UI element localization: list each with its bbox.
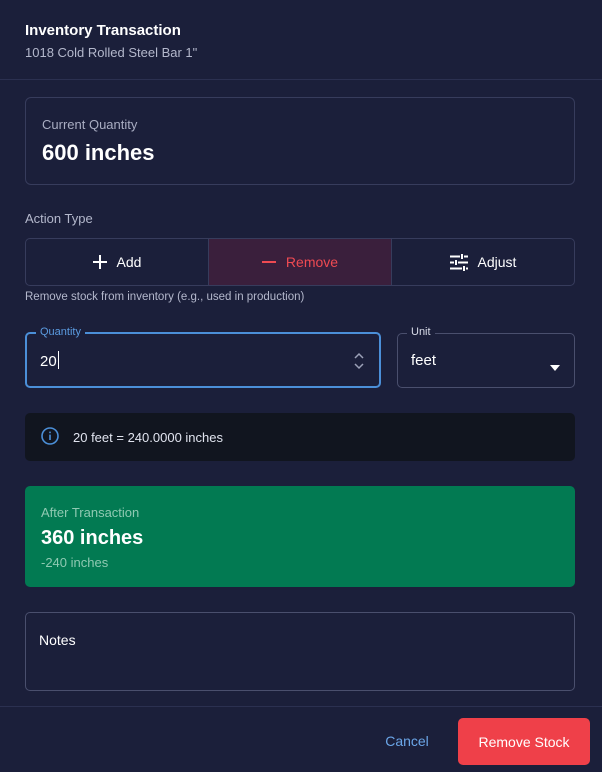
after-transaction-card: After Transaction 360 inches -240 inches [25, 486, 575, 587]
action-adjust-label: Adjust [477, 254, 517, 270]
after-transaction-value: 360 inches [41, 527, 144, 549]
action-add-label: Add [116, 254, 142, 270]
action-type-toggle-group: Add Remove Adjust [25, 238, 575, 286]
dialog-title: Inventory Transaction [25, 22, 181, 39]
unit-select[interactable]: Unit feet [397, 326, 575, 388]
remove-stock-button[interactable]: Remove Stock [458, 718, 590, 765]
quantity-input-value[interactable]: 20 [40, 351, 59, 370]
dialog-subtitle: 1018 Cold Rolled Steel Bar 1" [25, 45, 198, 60]
cancel-button[interactable]: Cancel [370, 727, 444, 755]
notes-textarea[interactable]: Notes [25, 612, 575, 691]
action-hint-text: Remove stock from inventory (e.g., used … [25, 291, 305, 303]
action-remove-label: Remove [285, 254, 339, 270]
current-quantity-card: Current Quantity 600 inches [25, 97, 575, 185]
caret-down-icon [550, 358, 560, 371]
notes-label: Notes [39, 632, 76, 648]
after-transaction-label: After Transaction [41, 505, 140, 520]
minus-icon [261, 255, 276, 269]
conversion-text: 20 feet = 240.0000 inches [73, 429, 223, 445]
current-quantity-value: 600 inches [42, 140, 155, 165]
action-type-label: Action Type [25, 211, 93, 226]
after-transaction-delta: -240 inches [41, 555, 109, 570]
inventory-transaction-dialog: Inventory Transaction 1018 Cold Rolled S… [0, 0, 602, 772]
quantity-input[interactable]: Quantity 20 [25, 326, 381, 388]
dialog-footer: Cancel Remove Stock [0, 706, 602, 772]
sliders-icon [449, 253, 468, 271]
action-adjust-button[interactable]: Adjust [392, 239, 574, 285]
plus-icon [92, 255, 107, 269]
info-icon [41, 426, 59, 448]
unit-select-value: feet [411, 352, 437, 369]
action-remove-button[interactable]: Remove [209, 239, 392, 285]
current-quantity-label: Current Quantity [42, 117, 138, 132]
conversion-info: 20 feet = 240.0000 inches [25, 413, 575, 461]
quantity-stepper-icon[interactable] [353, 351, 365, 371]
quantity-field-label: Quantity [36, 326, 85, 338]
unit-field-label: Unit [407, 326, 435, 338]
action-add-button[interactable]: Add [26, 239, 209, 285]
dialog-header: Inventory Transaction 1018 Cold Rolled S… [0, 0, 602, 80]
